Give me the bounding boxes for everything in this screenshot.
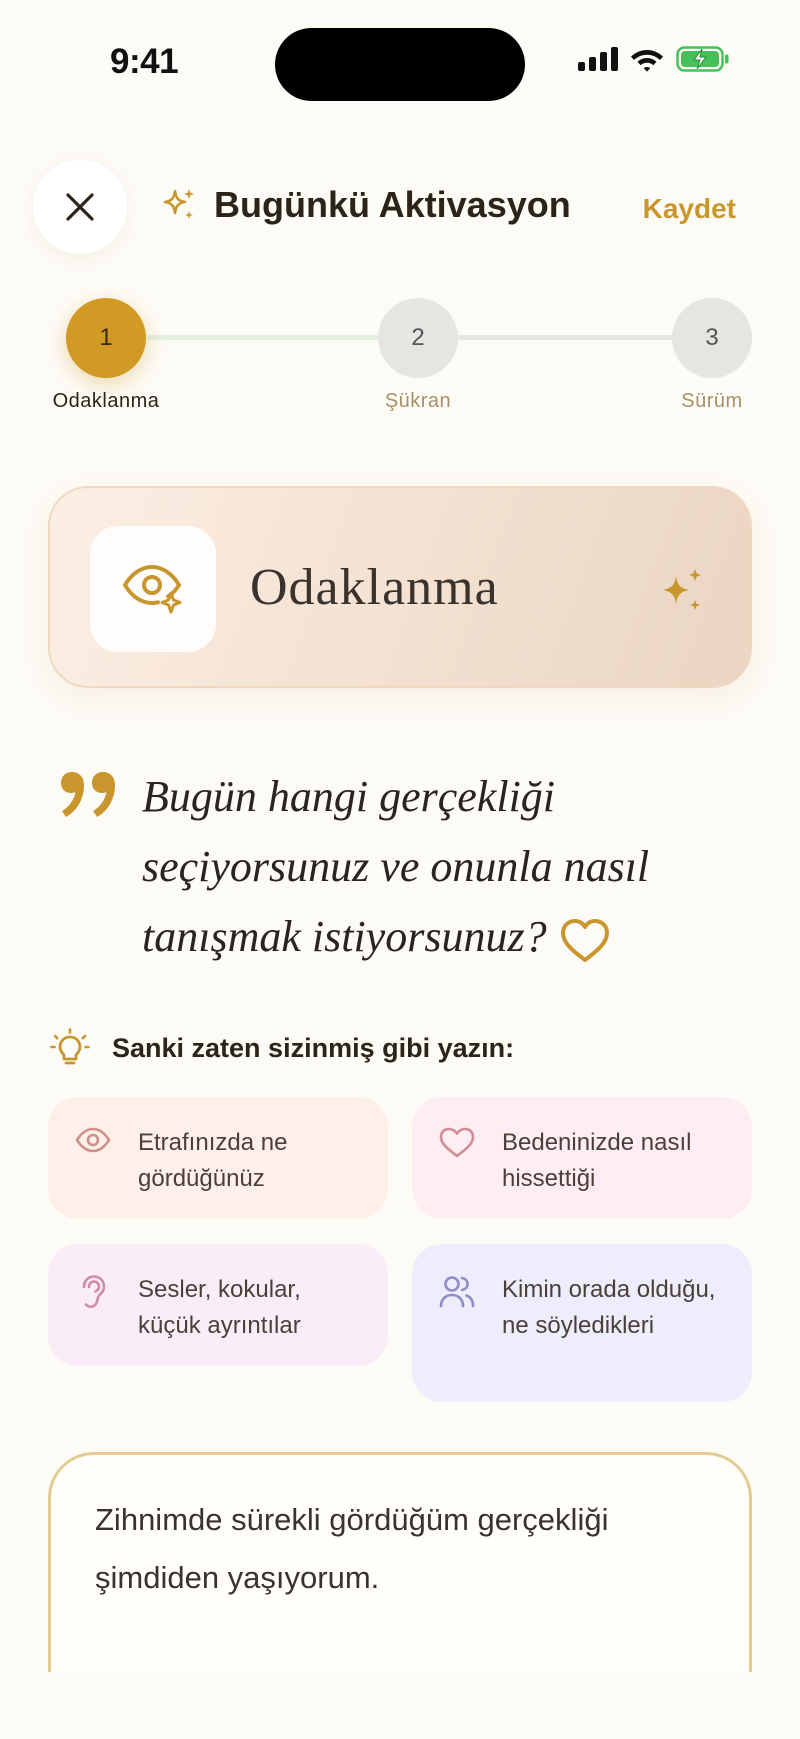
- hint-text: Etrafınızda ne gördüğünüz: [138, 1129, 288, 1192]
- lightbulb-icon: [50, 1028, 90, 1065]
- header: Bugünkü Aktivasyon Kaydet: [0, 160, 800, 255]
- hint-text: Sesler, kokular, küçük ayrıntılar: [138, 1276, 301, 1339]
- focus-title: Odaklanma: [250, 559, 499, 616]
- tip-row: Sanki zaten sizinmiş gibi yazın:: [50, 1028, 514, 1068]
- focus-icon-box: [90, 526, 216, 652]
- hint-text: Bedeninizde nasıl hissettiği: [502, 1129, 692, 1192]
- eye-sparkle-icon: [123, 564, 182, 614]
- status-icons: [578, 46, 730, 72]
- header-title-group: Bugünkü Aktivasyon: [160, 184, 571, 226]
- bottom-edge: [0, 1672, 800, 1739]
- page-title: Bugünkü Aktivasyon: [214, 184, 571, 225]
- prompt-question: Bugün hangi gerçekliği seçiyorsunuz ve o…: [142, 762, 742, 972]
- eye-icon: [75, 1127, 111, 1153]
- sparkles-icon: [163, 189, 194, 219]
- step-connector: [455, 335, 680, 340]
- save-button[interactable]: Kaydet: [643, 193, 736, 225]
- step-1[interactable]: 1: [66, 298, 146, 378]
- battery-charging-icon: [676, 46, 729, 72]
- step-3[interactable]: 3: [672, 298, 752, 378]
- ear-icon: [82, 1275, 106, 1309]
- hint-chip-feeling[interactable]: Bedeninizde nasıl hissettiği: [412, 1097, 752, 1219]
- step-2-label: Şükran: [384, 390, 452, 412]
- progress-stepper: 1 2 3 Odaklanma Şükran Sürüm: [0, 298, 800, 418]
- heart-icon: [439, 1127, 475, 1158]
- focus-card: Odaklanma: [48, 486, 752, 688]
- step-2[interactable]: 2: [378, 298, 458, 378]
- hint-chip-people[interactable]: Kimin orada olduğu, ne söyledikleri: [412, 1244, 752, 1402]
- hint-chip-senses[interactable]: Sesler, kokular, küçük ayrıntılar: [48, 1244, 388, 1366]
- hint-chip-sight[interactable]: Etrafınızda ne gördüğünüz: [48, 1097, 388, 1219]
- step-connector: [145, 335, 385, 340]
- dynamic-island: [275, 28, 525, 101]
- wifi-icon: [631, 50, 663, 72]
- sparkles-icon: [663, 569, 701, 610]
- close-button[interactable]: [33, 160, 127, 254]
- status-bar: 9:41: [0, 0, 800, 120]
- step-3-label: Sürüm: [681, 390, 743, 412]
- heart-icon: [560, 918, 609, 962]
- step-1-label: Odaklanma: [52, 390, 160, 412]
- close-icon: [66, 193, 94, 221]
- signal-icon: [578, 47, 618, 71]
- users-icon: [439, 1276, 475, 1308]
- tip-heading: Sanki zaten sizinmiş gibi yazın:: [112, 1032, 515, 1063]
- hint-text: Kimin orada olduğu, ne söyledikleri: [502, 1276, 716, 1339]
- quote-icon: [61, 772, 115, 817]
- status-time: 9:41: [110, 42, 179, 81]
